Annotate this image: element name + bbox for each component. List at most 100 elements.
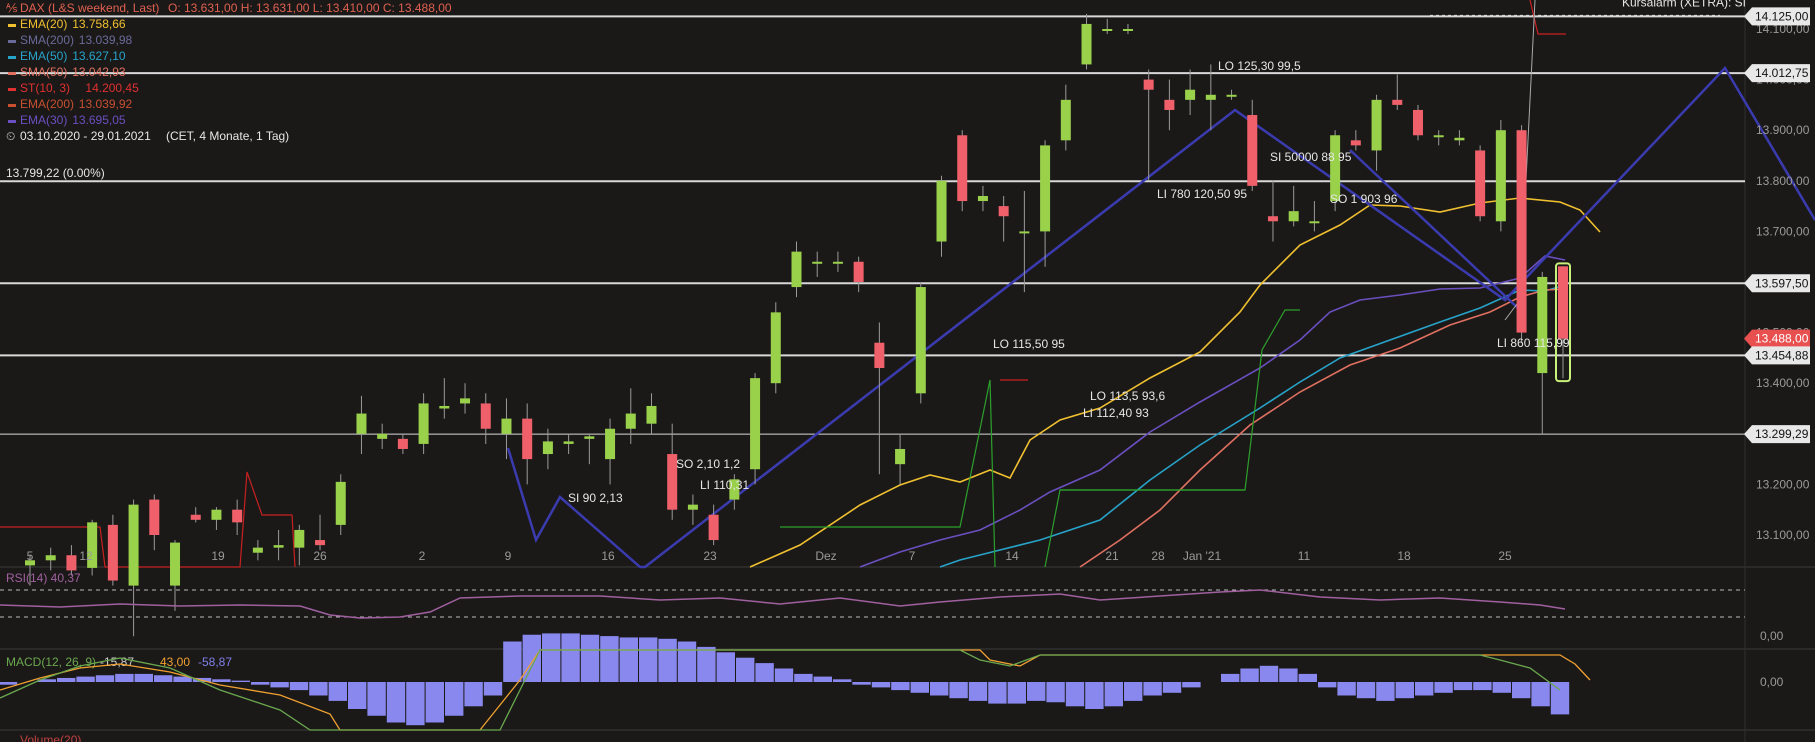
candle-body [460,398,471,404]
macd-hist-bar [1124,682,1143,701]
legend-value: 13.042,93 [72,65,126,79]
trade-annotation: SO 2,10 1,2 [676,457,740,471]
candle-body [957,135,968,202]
x-tick-label: 25 [1498,549,1512,563]
x-tick-label: 11 [1298,549,1311,563]
macd-zero-tick: 0,00 [1760,675,1784,689]
candle-body [480,403,491,429]
legend-name: EMA(30) [20,113,67,127]
macd-hist-bar [542,633,561,682]
macd-hist-bar [1104,682,1123,707]
volume-label: Volume(20) [20,733,81,742]
macd-hist-bar [503,641,522,682]
legend-name: SMA(50) [20,65,67,79]
macd-hist-bar [115,673,134,682]
macd-hist-bar [212,679,231,682]
macd-value-1: -15,87 [100,655,134,669]
candle-body [1495,130,1506,222]
legend-value: 13.695,05 [72,113,126,127]
macd-hist-bar [580,634,600,682]
candle-body [1350,140,1361,146]
candle-body [1558,266,1568,339]
macd-hist-bar [600,636,619,682]
macd-hist-bar [1065,682,1085,707]
candle-body [107,524,118,581]
candle-body [356,413,367,434]
legend-name: ST(10, 3) [20,81,70,95]
candle-body [45,555,56,561]
macd-label: MACD(12, 26, 9) [6,655,96,669]
macd-hist-bar [154,675,173,682]
macd-hist-bar [1550,682,1570,715]
trade-annotation: LO 113,5 93,6 [1090,389,1165,403]
trade-annotation: LO 125,30 99,5 [1218,59,1301,73]
macd-hist-bar [871,682,891,688]
legend-swatch [8,88,16,91]
price-marker-label: 13.597,50 [1755,276,1809,290]
trade-annotation: LI 112,40 93 [1083,406,1149,420]
candle-body [936,180,947,242]
reference-label: 13.799,22 (0.00%) [6,166,105,180]
candle-body [335,481,346,525]
legend-value: 13.627,10 [72,49,126,63]
candle-body [377,433,388,439]
candle-body [1433,135,1444,138]
trade-annotation: SI 90 2,13 [568,491,623,505]
candle-body [1412,109,1423,136]
timeframe: (CET, 4 Monate, 1 Tag) [166,129,289,143]
macd-hist-bar [852,682,871,685]
candle-body [1164,99,1175,110]
candle-body [895,448,906,465]
candle-body [1205,94,1216,100]
macd-hist-bar [1376,682,1395,701]
macd-hist-bar [270,682,289,688]
candle-body [1267,216,1278,222]
macd-hist-bar [639,637,658,682]
candle-body [1475,150,1486,217]
candle-body [211,509,222,520]
legend-value: 13.039,92 [79,97,133,111]
candle-body [66,555,77,571]
trade-annotation: LI 860 115,99 [1497,336,1570,350]
candle-body [1122,29,1133,31]
candle-body [646,405,657,424]
macd-hist-bar [309,682,328,696]
x-tick-label: Jan '21 [1183,549,1222,563]
macd-hist-bar [1007,682,1026,704]
macd-hist-bar [289,682,309,691]
macd-hist-bar [1298,673,1317,682]
candle-body [1143,79,1154,90]
candle-body [522,418,533,460]
candle-body [1392,99,1403,105]
macd-hist-bar [910,682,929,693]
ohlc-readout: O: 13.631,00 H: 13.631,00 L: 13.410,00 C… [168,1,452,15]
price-marker-label: 14.125,00 [1755,9,1809,23]
x-tick-label: 2 [419,549,426,563]
macd-hist-bar [483,682,503,696]
macd-hist-bar [386,682,406,723]
macd-hist-bar [930,682,949,696]
candle-body [584,436,595,439]
x-tick-label: 18 [1397,549,1411,563]
candle-body [770,312,781,384]
macd-hist-bar [367,682,386,716]
macd-hist-bar [833,679,852,682]
candle-body [128,504,139,586]
candle-body [708,514,719,541]
y-tick-label: 13.200,00 [1756,477,1810,491]
candle-body [252,547,263,553]
candle-body [977,195,988,202]
price-marker-label: 13.488,00 [1755,332,1809,346]
candle-body [501,418,512,434]
macd-hist-bar [1085,682,1104,709]
macd-hist-bar [1337,682,1356,696]
price-marker-label: 13.299,29 [1755,427,1809,441]
x-tick-label: 9 [505,549,512,563]
macd-hist-bar [1395,682,1414,699]
x-tick-label: 5 [27,549,34,563]
macd-hist-bar [1240,668,1259,682]
legend-value: 14.200,45 [85,81,139,95]
candle-body [1288,211,1299,222]
candle-body [1102,29,1113,31]
chart-canvas[interactable]: 13.799,22 (0.00%) Kursalarm (XETRA): SI L… [0,0,1815,742]
